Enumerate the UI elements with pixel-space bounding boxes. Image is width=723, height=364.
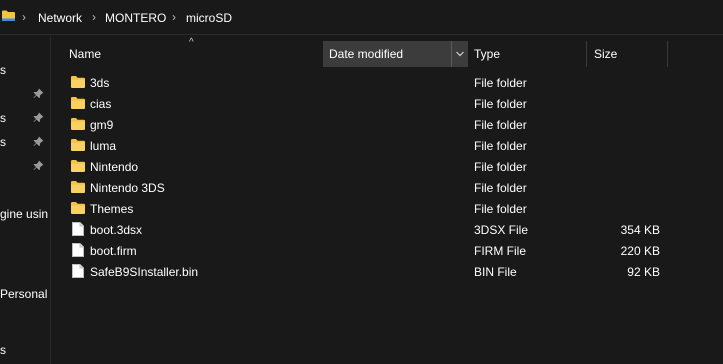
address-bar[interactable]: › Network › MONTERO › microSD — [0, 0, 723, 35]
dropdown-chevron-icon[interactable] — [451, 41, 468, 67]
file-name: 3ds — [90, 76, 110, 90]
file-type: File folder — [474, 118, 527, 132]
pin-icon[interactable] — [33, 112, 44, 123]
file-type: BIN File — [474, 265, 517, 279]
sort-up-icon: ^ — [189, 37, 194, 48]
column-divider[interactable] — [586, 41, 587, 67]
file-type: File folder — [474, 181, 527, 195]
file-icon — [72, 243, 84, 257]
file-name: Themes — [90, 202, 134, 216]
file-name: boot.firm — [90, 244, 137, 258]
file-row[interactable]: boot.firm FIRM File 220 KB — [51, 240, 723, 261]
file-size: 354 KB — [620, 223, 660, 237]
file-name: luma — [90, 139, 117, 153]
pin-icon[interactable] — [33, 160, 44, 171]
folder-icon — [71, 118, 85, 130]
file-row[interactable]: boot.3dsx 3DSX File 354 KB — [51, 219, 723, 240]
file-list[interactable]: Name ^ Date modified Type Size 3ds File … — [51, 35, 723, 364]
chevron-right-icon[interactable]: › — [172, 10, 176, 24]
file-name: SafeB9SInstaller.bin — [90, 265, 199, 279]
column-header-type[interactable]: Type — [468, 41, 586, 67]
file-name: Nintendo — [90, 160, 139, 174]
file-row[interactable]: SafeB9SInstaller.bin BIN File 92 KB — [51, 261, 723, 282]
file-name: gm9 — [90, 118, 114, 132]
navigation-pane[interactable]: s s s gine usin Personal s — [0, 35, 51, 364]
file-size: 92 KB — [627, 265, 660, 279]
file-type: FIRM File — [474, 244, 526, 258]
file-type: 3DSX File — [474, 223, 529, 237]
column-divider[interactable] — [667, 41, 668, 67]
column-header-size[interactable]: Size — [588, 41, 668, 67]
file-row[interactable]: cias File folder — [51, 93, 723, 114]
breadcrumb-item-microsd[interactable]: microSD — [186, 11, 232, 25]
folder-icon — [71, 202, 85, 214]
file-name: Nintendo 3DS — [90, 181, 165, 195]
file-row[interactable]: luma File folder — [51, 135, 723, 156]
folder-icon — [71, 97, 85, 109]
file-row[interactable]: Nintendo 3DS File folder — [51, 177, 723, 198]
chevron-right-icon[interactable]: › — [92, 10, 96, 24]
nav-item[interactable]: s — [0, 63, 6, 77]
folder-icon — [71, 160, 85, 172]
breadcrumb-item-montero[interactable]: MONTERO — [105, 11, 166, 25]
file-type: File folder — [474, 202, 527, 216]
file-type: File folder — [474, 97, 527, 111]
folder-icon — [71, 181, 85, 193]
column-header-date-modified[interactable]: Date modified — [323, 41, 468, 67]
file-row[interactable]: 3ds File folder — [51, 72, 723, 93]
nav-item[interactable]: s — [0, 135, 6, 149]
file-icon — [72, 222, 84, 236]
nav-item[interactable]: gine usin — [0, 207, 48, 221]
file-row[interactable]: Nintendo File folder — [51, 156, 723, 177]
file-name: boot.3dsx — [90, 223, 143, 237]
file-type: File folder — [474, 139, 527, 153]
file-row[interactable]: Themes File folder — [51, 198, 723, 219]
nav-item[interactable]: s — [0, 111, 6, 125]
folder-icon — [71, 139, 85, 151]
nav-item[interactable]: s — [0, 343, 6, 357]
file-name: cias — [90, 97, 112, 111]
chevron-right-icon[interactable]: › — [22, 10, 26, 24]
file-type: File folder — [474, 76, 527, 90]
folder-icon — [71, 76, 85, 88]
folder-icon — [2, 10, 15, 21]
nav-item[interactable]: Personal — [0, 287, 47, 301]
pin-icon[interactable] — [33, 88, 44, 99]
breadcrumb-item-network[interactable]: Network — [38, 11, 82, 25]
file-size: 220 KB — [620, 244, 660, 258]
pin-icon[interactable] — [33, 136, 44, 147]
file-type: File folder — [474, 160, 527, 174]
file-row[interactable]: gm9 File folder — [51, 114, 723, 135]
file-icon — [72, 264, 84, 278]
